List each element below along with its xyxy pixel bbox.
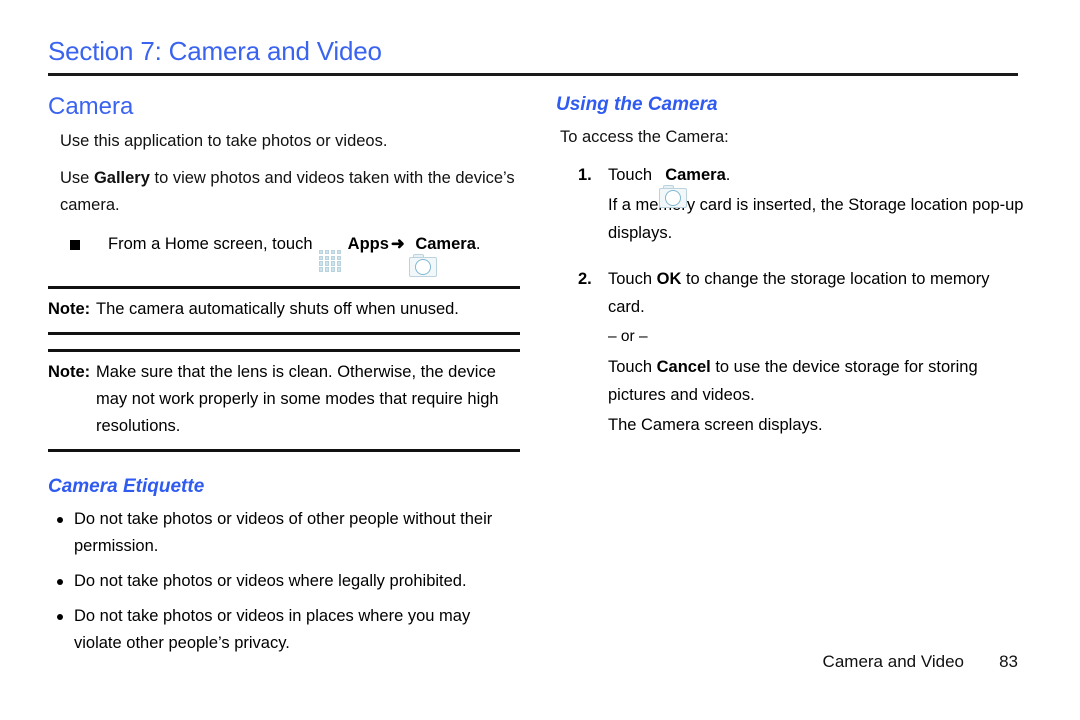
intro2-bold-gallery: Gallery bbox=[93, 169, 150, 187]
home-screen-text-before: From a Home screen, touch bbox=[108, 235, 318, 253]
note-label: Note: bbox=[48, 299, 91, 318]
steps-list: 1. Touch Camera. If a memory card is ins… bbox=[556, 161, 1026, 439]
bullet-dot-icon bbox=[57, 516, 63, 523]
paragraph-intro-2: Use Gallery to view photos and videos ta… bbox=[60, 165, 520, 219]
apps-grid-icon bbox=[319, 236, 342, 272]
step-number: 1. bbox=[578, 166, 592, 184]
step-after-bold: . bbox=[725, 166, 731, 184]
list-item: Do not take photos or videos where legal… bbox=[48, 568, 520, 595]
note-row: Note: The camera automatically shuts off … bbox=[48, 296, 520, 323]
note-text: Make sure that the lens is clean. Otherw… bbox=[96, 362, 499, 435]
etiquette-list: Do not take photos or videos of other pe… bbox=[48, 506, 520, 657]
note-block: Note: The camera automatically shuts off … bbox=[48, 285, 520, 335]
page-title: Section 7: Camera and Video bbox=[48, 36, 382, 66]
paragraph-intro-1: Use this application to take photos or v… bbox=[60, 132, 388, 150]
step-item: 2. Touch OK to change the storage locati… bbox=[556, 265, 1026, 439]
step-item: 1. Touch Camera. If a memory card is ins… bbox=[556, 161, 1026, 247]
step-touch-word: Touch bbox=[608, 270, 657, 288]
list-item-text: Do not take photos or videos in places w… bbox=[74, 606, 471, 652]
or-separator: – or – bbox=[608, 328, 648, 345]
camera-label: Camera bbox=[415, 235, 476, 253]
list-item: Do not take photos or videos of other pe… bbox=[48, 506, 520, 560]
step-sub-paragraph: The Camera screen displays. bbox=[608, 416, 823, 434]
note-row: Note: Make sure that the lens is clean. O… bbox=[48, 359, 520, 440]
home-screen-instruction: From a Home screen, touch Apps ➜ Camera. bbox=[70, 231, 520, 277]
heading-using-the-camera: Using the Camera bbox=[556, 94, 718, 115]
note-label: Note: bbox=[48, 362, 91, 381]
alt-touch-word: Touch bbox=[608, 358, 657, 376]
heading-camera: Camera bbox=[48, 93, 134, 120]
home-screen-text-after: . bbox=[475, 235, 481, 253]
page-footer: Camera and Video 83 bbox=[0, 652, 1018, 672]
manual-page: Section 7: Camera and Video Camera Use t… bbox=[0, 0, 1080, 720]
left-column: Camera Use this application to take phot… bbox=[48, 92, 520, 665]
list-item: Do not take photos or videos in places w… bbox=[48, 603, 520, 657]
list-item-text: Do not take photos or videos of other pe… bbox=[74, 509, 493, 555]
bullet-dot-icon bbox=[57, 578, 63, 585]
arrow-right-icon: ➜ bbox=[390, 235, 405, 253]
step-bold-target: Camera bbox=[665, 166, 726, 184]
paragraph-access-intro: To access the Camera: bbox=[560, 128, 729, 146]
note-block: Note: Make sure that the lens is clean. O… bbox=[48, 348, 520, 452]
step-bold-target-ok: OK bbox=[656, 270, 682, 288]
title-divider bbox=[48, 73, 1018, 76]
step-alternative: Touch Cancel to use the device storage f… bbox=[608, 353, 1026, 409]
step-number: 2. bbox=[578, 270, 592, 288]
step-touch-word: Touch bbox=[608, 166, 657, 184]
square-bullet-icon bbox=[70, 240, 80, 250]
footer-page-number: 83 bbox=[999, 652, 1018, 671]
step-bold-target-cancel: Cancel bbox=[656, 358, 711, 376]
list-item-text: Do not take photos or videos where legal… bbox=[74, 571, 467, 590]
bullet-dot-icon bbox=[57, 613, 63, 620]
apps-label: Apps bbox=[347, 235, 389, 253]
intro2-prefix: Use bbox=[60, 169, 94, 187]
note-text: The camera automatically shuts off when … bbox=[96, 299, 459, 318]
right-column: Using the Camera To access the Camera: 1… bbox=[556, 92, 1026, 453]
footer-label: Camera and Video bbox=[822, 652, 964, 671]
heading-camera-etiquette: Camera Etiquette bbox=[48, 475, 205, 497]
